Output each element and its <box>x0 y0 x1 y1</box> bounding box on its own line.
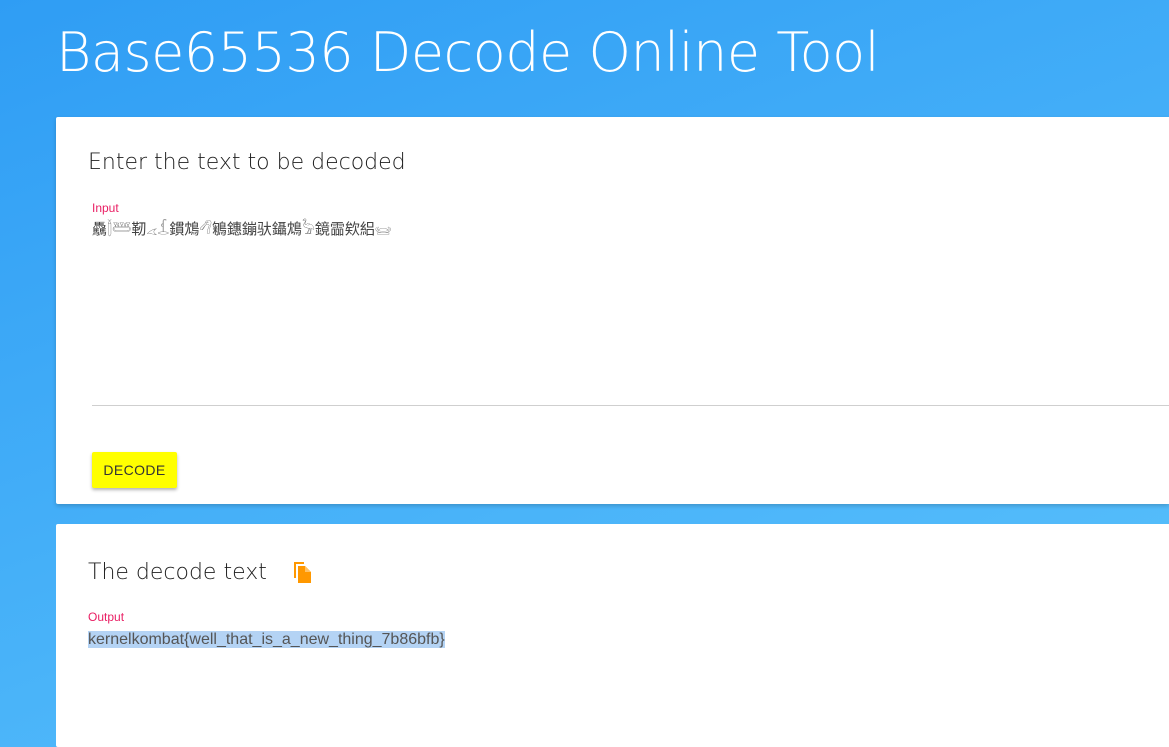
output-card-heading: The decode text <box>88 560 267 585</box>
output-text: kernelkombat{well_that_is_a_new_thing_7b… <box>88 631 445 648</box>
input-card-heading: Enter the text to be decoded <box>88 150 406 175</box>
output-field-label: Output <box>88 610 125 624</box>
input-textarea[interactable]: 驫𓆬𓆷靭𓂁𓆵鏆鴆𓆁鵴鏸鏰驮鑷鴆𓅦鏡霝欸絽𓊠 <box>92 217 1169 406</box>
input-field-label: Input <box>92 201 119 215</box>
decode-button[interactable]: DECODE <box>92 452 177 488</box>
page-title: Base65536 Decode Online Tool <box>56 21 880 84</box>
output-card: The decode text Output kernelkombat{well… <box>56 524 1169 747</box>
input-card: Enter the text to be decoded Input 驫𓆬𓆷靭𓂁… <box>56 117 1169 504</box>
copy-icon[interactable] <box>292 560 312 584</box>
output-field[interactable]: kernelkombat{well_that_is_a_new_thing_7b… <box>88 628 445 652</box>
